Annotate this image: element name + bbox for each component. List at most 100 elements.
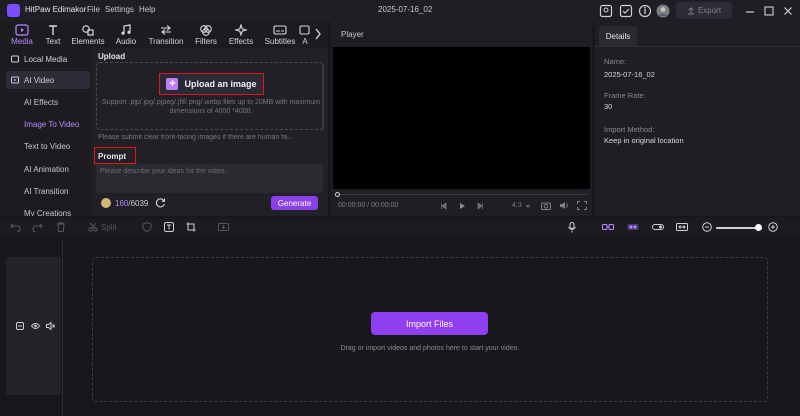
player-screen[interactable]	[333, 47, 590, 189]
text-icon	[49, 25, 57, 35]
tab-effects-label: Effects	[228, 37, 254, 46]
delete-icon[interactable]	[56, 222, 66, 232]
playhead-knob[interactable]	[335, 192, 340, 197]
shield-icon[interactable]	[142, 222, 152, 232]
elements-icon	[82, 25, 94, 36]
transition-icon	[161, 25, 171, 35]
snapshot-icon[interactable]	[541, 201, 551, 210]
mute-icon[interactable]	[46, 322, 55, 330]
project-title: 2025-07-16_02	[378, 5, 433, 14]
aspect-ratio-label[interactable]: 4:3	[512, 202, 522, 209]
sidebar-sub-my-creations[interactable]: My Creations	[24, 209, 71, 216]
sidebar-sub-ai-effects[interactable]: AI Effects	[24, 98, 58, 107]
chevron-right-icon[interactable]	[314, 28, 322, 40]
maximize-icon[interactable]	[762, 4, 776, 18]
media-icon	[15, 24, 29, 36]
tab-filters[interactable]: Filters	[188, 22, 224, 48]
tab-elements[interactable]: Elements	[70, 22, 106, 48]
audio-icon	[121, 24, 131, 35]
credits-used: 160	[115, 199, 129, 208]
generate-button[interactable]: Generate	[271, 196, 318, 210]
frame-rate-value: 30	[604, 102, 613, 111]
text-box-icon[interactable]	[164, 222, 174, 232]
fullscreen-icon[interactable]	[577, 201, 587, 210]
minimize-icon[interactable]	[743, 4, 757, 18]
track-toggle-icon[interactable]	[652, 222, 664, 232]
tab-filters-label: Filters	[195, 37, 217, 46]
avatar[interactable]	[656, 4, 670, 18]
menu-settings[interactable]: Settings	[105, 5, 134, 14]
zoom-in-icon[interactable]	[768, 222, 778, 232]
prev-frame-icon[interactable]	[440, 202, 448, 210]
chevron-down-icon[interactable]	[525, 203, 531, 209]
import-hint: Drag or import videos and photos here to…	[340, 345, 520, 352]
app-name: HitPaw Edimakor	[25, 5, 87, 14]
feedback-icon[interactable]	[619, 4, 633, 18]
player-progress-track[interactable]	[338, 194, 588, 195]
fit-timeline-icon[interactable]	[676, 222, 688, 232]
face-note: Please submit clear front-facing images …	[98, 134, 293, 141]
refresh-icon[interactable]	[155, 197, 166, 208]
play-icon[interactable]	[458, 202, 466, 210]
sidebar-item-label: AI Video	[24, 75, 55, 85]
snap-icon[interactable]	[627, 222, 639, 232]
zoom-out-icon[interactable]	[702, 222, 712, 232]
name-label: Name:	[604, 57, 627, 66]
crop-icon[interactable]	[186, 222, 196, 232]
export-button[interactable]: Export	[676, 2, 732, 19]
split-label[interactable]: Split	[101, 223, 117, 232]
panel-scrollbar[interactable]	[322, 64, 324, 130]
sidebar-sub-ai-transition[interactable]: AI Transition	[24, 187, 68, 196]
tab-audio[interactable]: Audio	[108, 22, 144, 48]
sidebar-sub-text-to-video[interactable]: Text to Video	[24, 142, 70, 151]
eye-icon[interactable]	[31, 322, 40, 330]
ai-icon	[299, 25, 310, 35]
link-clips-icon[interactable]	[602, 222, 614, 232]
undo-icon[interactable]	[10, 222, 21, 232]
menu-file[interactable]: File	[87, 5, 100, 14]
tab-text-label: Text	[45, 37, 61, 46]
zoom-slider[interactable]	[716, 227, 760, 229]
tab-subtitles-label: Subtitles	[264, 37, 296, 46]
export-label: Export	[697, 6, 722, 15]
player-title: Player	[341, 30, 364, 39]
screenshot-icon[interactable]	[218, 222, 229, 232]
redo-icon[interactable]	[32, 222, 43, 232]
filters-icon	[200, 25, 212, 36]
tab-text[interactable]: Text	[35, 22, 71, 48]
volume-icon[interactable]	[559, 201, 569, 210]
menu-help[interactable]: Help	[139, 5, 155, 14]
folder-icon	[11, 55, 19, 63]
tab-subtitles[interactable]: Subtitles	[262, 22, 298, 48]
import-files-button[interactable]: Import Files	[371, 312, 488, 335]
sidebar-item-ai-video[interactable]: AI Video	[6, 71, 90, 89]
sidebar-sub-image-to-video[interactable]: Image To Video	[24, 120, 79, 129]
scissors-icon[interactable]	[88, 222, 98, 232]
credits-counter: 160/6039	[115, 199, 148, 208]
upload-arrow-icon	[687, 6, 694, 14]
track-lock-icon[interactable]	[16, 322, 24, 330]
next-frame-icon[interactable]	[476, 202, 484, 210]
tab-transition[interactable]: Transition	[148, 22, 184, 48]
plus-icon: +	[166, 78, 179, 90]
effects-icon	[234, 24, 248, 36]
sidebar-sub-ai-animation[interactable]: AI Animation	[24, 165, 69, 174]
app-logo	[7, 4, 20, 17]
info-icon[interactable]	[638, 4, 652, 18]
tab-details[interactable]: Details	[599, 26, 637, 46]
import-method-label: Import Method:	[604, 125, 655, 134]
sidebar-item-local-media[interactable]: Local Media	[6, 50, 90, 68]
upload-image-button[interactable]: + Upload an image	[159, 73, 264, 95]
zoom-slider-knob[interactable]	[755, 224, 762, 231]
tab-effects[interactable]: Effects	[223, 22, 259, 48]
tab-ai[interactable]: A	[298, 22, 312, 48]
microphone-icon[interactable]	[567, 222, 577, 233]
prompt-input[interactable]: Please describe your ideas for the video…	[96, 164, 323, 193]
tab-ai-label: A	[302, 37, 308, 46]
account-icon[interactable]	[599, 4, 613, 18]
details-panel	[595, 22, 800, 216]
close-icon[interactable]	[781, 4, 795, 18]
sidebar-item-label: Local Media	[24, 54, 68, 64]
subtitles-icon	[273, 25, 287, 35]
name-value: 2025-07-16_02	[604, 70, 655, 79]
